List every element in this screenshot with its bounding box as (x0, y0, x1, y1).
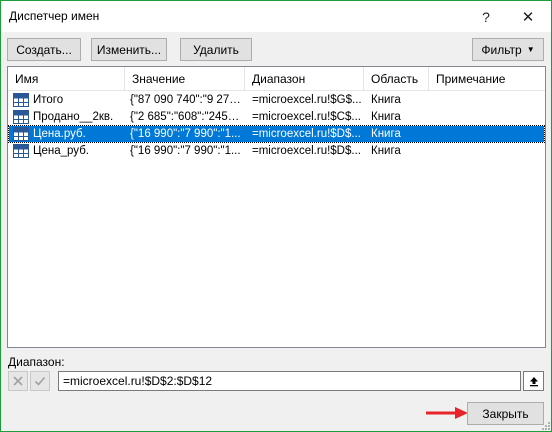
named-range-icon (13, 110, 29, 124)
column-header-range[interactable]: Диапазон (245, 67, 364, 91)
cross-icon (13, 376, 23, 386)
filter-label: Фильтр (481, 42, 522, 57)
annotation-arrow-icon (426, 407, 468, 419)
row-name: Цена_руб. (33, 145, 89, 157)
column-header-scope[interactable]: Область (364, 67, 429, 91)
column-header-name[interactable]: Имя (8, 67, 125, 91)
named-range-icon (13, 127, 29, 141)
column-header-value[interactable]: Значение (125, 67, 245, 91)
row-value: {"16 990":"7 990":"1... (130, 128, 241, 140)
row-value: {"2 685":"608":"245":... (130, 111, 242, 123)
row-scope: Книга (371, 111, 401, 123)
dropdown-arrow-icon: ▼ (526, 45, 535, 54)
row-range: =microexcel.ru!$D$... (252, 145, 361, 157)
row-comment (435, 109, 543, 125)
row-scope: Книга (371, 145, 401, 157)
cancel-edit-button[interactable] (8, 371, 28, 391)
row-range: =microexcel.ru!$G$... (252, 94, 362, 106)
checkmark-icon (34, 376, 46, 386)
title-bar: Диспетчер имен ? ✕ (1, 1, 551, 32)
row-name: Цена.руб. (33, 128, 86, 140)
row-value: {"87 090 740":"9 276... (130, 94, 242, 106)
list-row[interactable]: Цена_руб. {"16 990":"7 990":"1... =micro… (9, 143, 544, 159)
create-button[interactable]: Создать... (7, 38, 81, 61)
row-comment (435, 126, 543, 142)
row-scope: Книга (371, 94, 401, 106)
row-scope: Книга (371, 128, 401, 140)
edit-button[interactable]: Изменить... (91, 38, 167, 61)
row-comment (435, 92, 543, 108)
row-range: =microexcel.ru!$D$... (252, 128, 361, 140)
close-button[interactable]: Закрыть (467, 402, 544, 425)
row-name: Итого (33, 94, 64, 106)
range-label: Диапазон: (8, 355, 65, 369)
list-row[interactable]: Итого {"87 090 740":"9 276... =microexce… (9, 92, 544, 108)
named-range-icon (13, 93, 29, 107)
collapse-dialog-button[interactable] (523, 371, 544, 391)
name-manager-dialog: Диспетчер имен ? ✕ Создать... Изменить..… (0, 0, 552, 432)
column-header-comment[interactable]: Примечание (429, 67, 545, 91)
delete-button[interactable]: Удалить (180, 38, 252, 61)
list-header: Имя Значение Диапазон Область Примечание (8, 67, 545, 91)
confirm-edit-button[interactable] (30, 371, 50, 391)
row-value: {"16 990":"7 990":"1... (130, 145, 241, 157)
list-row[interactable]: Продано__2кв. {"2 685":"608":"245":... =… (9, 109, 544, 125)
help-button[interactable]: ? (465, 1, 507, 32)
list-row-selected[interactable]: Цена.руб. {"16 990":"7 990":"1... =micro… (8, 125, 545, 143)
range-select-icon (529, 377, 538, 387)
row-range: =microexcel.ru!$C$... (252, 111, 361, 123)
range-input[interactable]: =microexcel.ru!$D$2:$D$12 (58, 371, 521, 391)
close-window-button[interactable]: ✕ (507, 1, 549, 32)
named-range-icon (13, 144, 29, 158)
resize-grip-icon[interactable] (541, 421, 551, 431)
row-comment (435, 143, 543, 159)
row-name: Продано__2кв. (33, 111, 114, 123)
filter-button[interactable]: Фильтр ▼ (472, 38, 544, 61)
names-list[interactable]: Имя Значение Диапазон Область Примечание… (7, 66, 546, 348)
dialog-title: Диспетчер имен (9, 9, 100, 23)
